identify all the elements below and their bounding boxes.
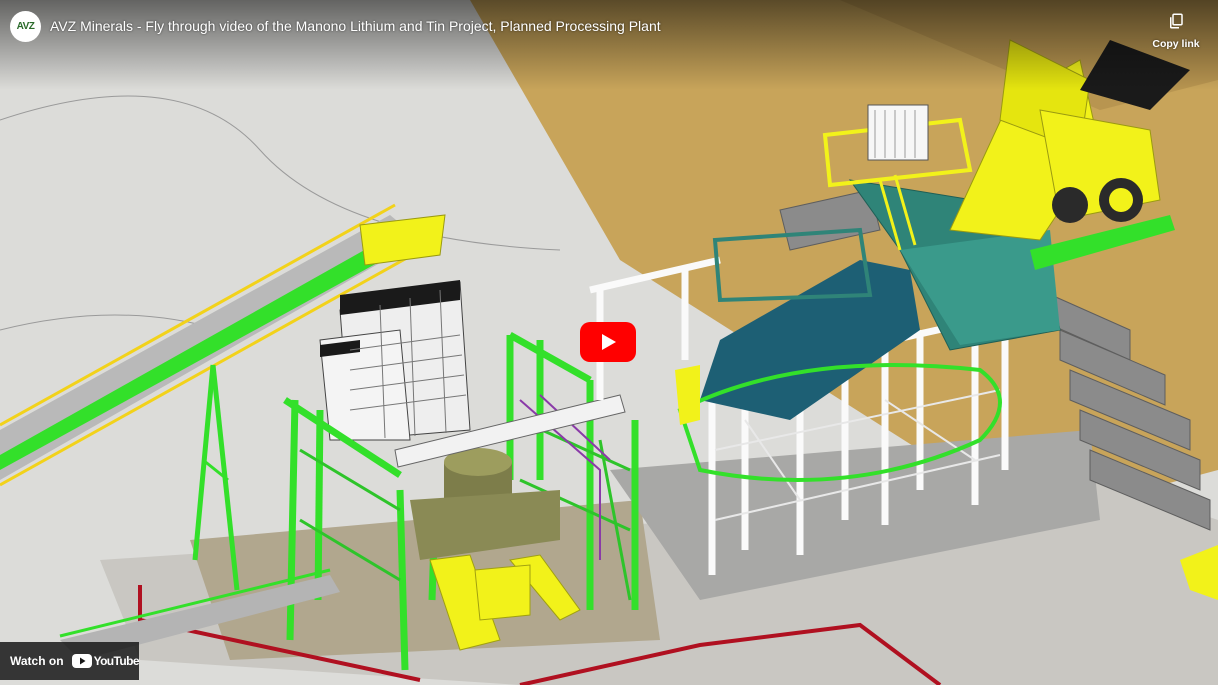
- watch-on-youtube-button[interactable]: Watch on YouTube: [0, 642, 140, 680]
- video-title-link[interactable]: AVZ Minerals - Fly through video of the …: [50, 18, 661, 34]
- channel-avatar[interactable]: AVZ: [10, 11, 41, 42]
- channel-avatar-text: AVZ: [16, 21, 35, 32]
- watch-on-label: Watch on: [10, 654, 64, 668]
- copy-link-button[interactable]: Copy link: [1146, 12, 1206, 50]
- top-gradient-bar: [0, 0, 1218, 90]
- youtube-wordmark: YouTube: [93, 654, 140, 668]
- youtube-logo-icon: [71, 654, 92, 668]
- video-player[interactable]: AVZ AVZ Minerals - Fly through video of …: [0, 0, 1218, 685]
- play-icon: [580, 322, 636, 362]
- youtube-logo: YouTube: [71, 654, 140, 668]
- copy-icon: [1170, 13, 1183, 29]
- play-button[interactable]: [580, 322, 636, 362]
- copy-link-label: Copy link: [1152, 38, 1200, 50]
